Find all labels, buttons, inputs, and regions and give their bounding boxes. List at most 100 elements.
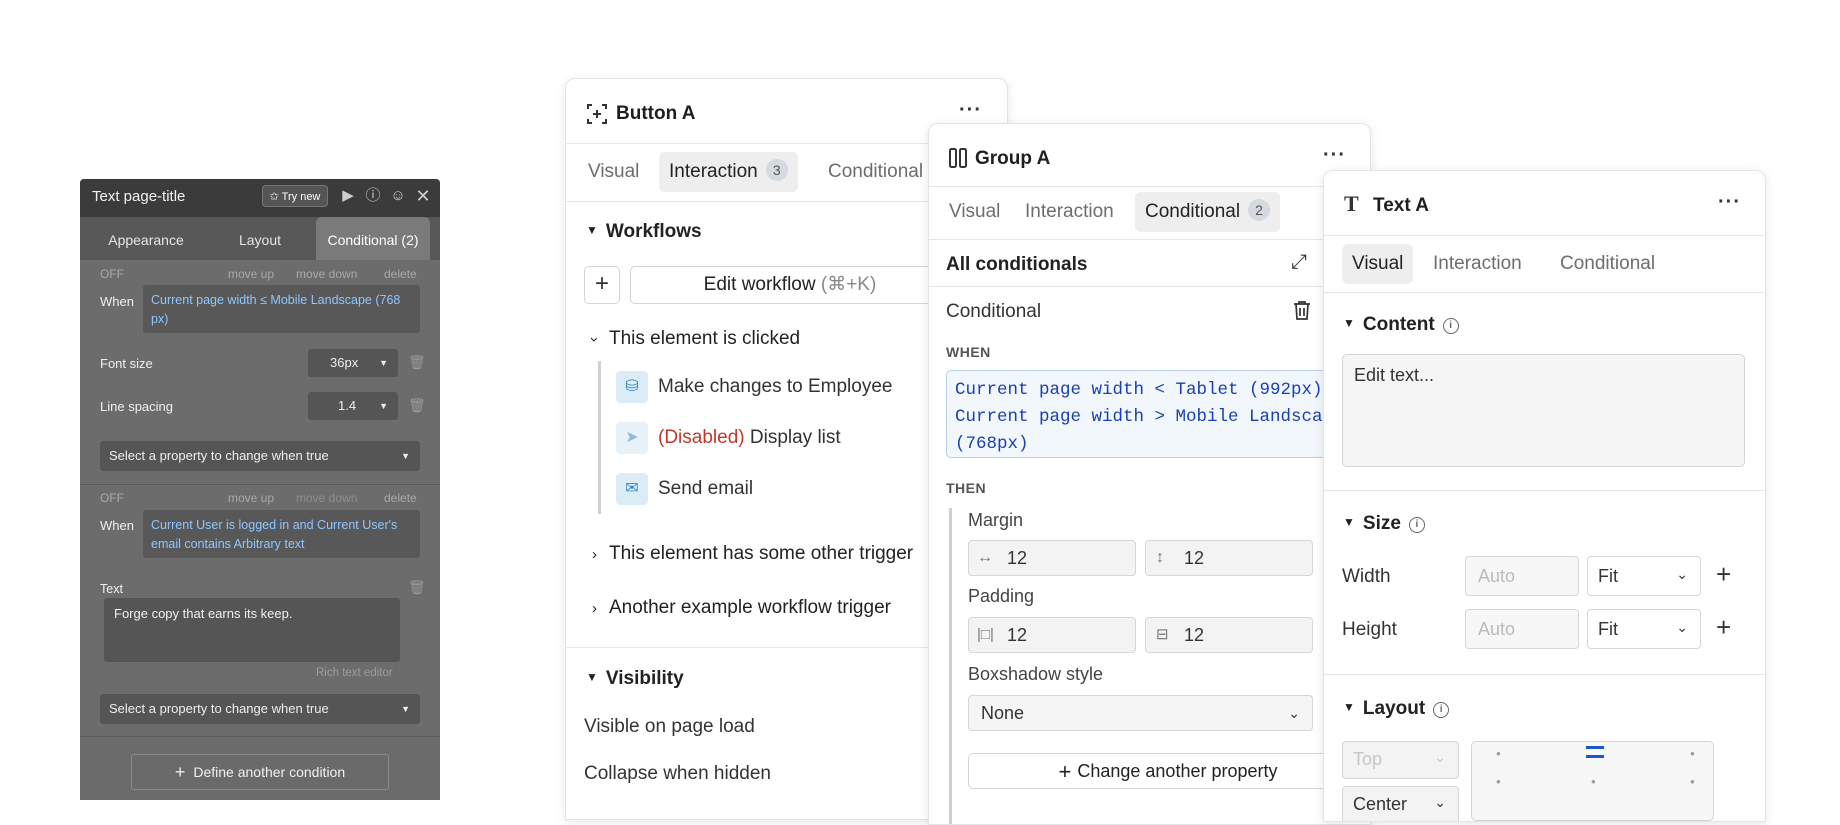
vertical-align-select[interactable]: Top ⌄ xyxy=(1342,741,1459,779)
trigger-example[interactable]: › Another example workflow trigger xyxy=(592,597,891,619)
tab-visual[interactable]: Visual xyxy=(1342,244,1414,284)
try-new-button[interactable]: ✩ Try new xyxy=(262,185,328,207)
condition-expression[interactable]: Current User is logged in and Current Us… xyxy=(143,510,420,558)
change-another-property-button[interactable]: + Change another property xyxy=(968,753,1368,789)
tab-appearance[interactable]: Appearance xyxy=(96,217,196,260)
property-select-placeholder: Select a property to change when true xyxy=(109,448,329,463)
width-input[interactable]: Auto xyxy=(1465,556,1579,596)
layout-section[interactable]: ▼ Layout i xyxy=(1343,698,1450,720)
trigger-element-clicked[interactable]: › This element is clicked xyxy=(586,328,800,350)
height-placeholder: Auto xyxy=(1478,619,1516,639)
tab-interaction[interactable]: Interaction 3 xyxy=(659,152,798,192)
when-label: When xyxy=(100,518,134,533)
align-dot[interactable]: ● xyxy=(1496,749,1501,758)
align-top-center-icon[interactable] xyxy=(1586,746,1604,758)
caret-down-icon: ▼ xyxy=(1343,316,1355,330)
add-workflow-button[interactable]: + xyxy=(584,266,620,304)
when-expression-editor[interactable]: Current page width < Tablet (992px) and … xyxy=(946,370,1370,458)
workflows-section[interactable]: ▼ Workflows xyxy=(586,221,702,243)
trash-icon[interactable]: 🗑 xyxy=(408,354,426,371)
define-button-label: Define another condition xyxy=(193,764,346,780)
property-select[interactable]: Select a property to change when true ▼ xyxy=(100,441,420,471)
play-icon[interactable]: ▶ xyxy=(339,187,357,205)
content-section[interactable]: ▼ Content i xyxy=(1343,314,1459,336)
condition-divider xyxy=(80,484,440,485)
define-another-condition-button[interactable]: + Define another condition xyxy=(131,754,389,790)
condition-divider xyxy=(80,736,440,737)
expand-icon[interactable]: ⤢ xyxy=(1291,251,1307,274)
alignment-grid[interactable]: ● ● ● ● ● xyxy=(1471,741,1714,821)
add-height-button[interactable]: + xyxy=(1716,612,1731,643)
margin-vertical-input[interactable]: ↕ 12 xyxy=(1145,540,1313,576)
chevron-right-icon: › xyxy=(592,546,597,563)
padding-label: Padding xyxy=(968,586,1035,606)
tab-visual[interactable]: Visual xyxy=(588,152,639,192)
horizontal-align-select[interactable]: Center ⌄ xyxy=(1342,786,1459,821)
padding-horizontal-input[interactable]: |□| 12 xyxy=(968,617,1136,653)
content-heading: Content xyxy=(1362,314,1435,335)
trash-icon[interactable]: 🗑 xyxy=(408,579,426,596)
tab-conditional[interactable]: Conditional 2 xyxy=(1135,192,1281,232)
database-icon: ⛁ xyxy=(616,371,648,403)
trash-icon[interactable] xyxy=(1293,300,1311,320)
chevron-down-icon: ⌄ xyxy=(1288,705,1300,721)
size-section[interactable]: ▼ Size i xyxy=(1343,513,1425,535)
move-down-link[interactable]: move down xyxy=(296,267,357,281)
tab-interaction[interactable]: Interaction xyxy=(1025,192,1114,232)
content-text-editor[interactable]: Edit text... xyxy=(1342,354,1745,467)
close-icon[interactable]: ✕ xyxy=(414,187,432,205)
add-width-button[interactable]: + xyxy=(1716,559,1731,590)
tab-interaction[interactable]: Interaction xyxy=(1433,244,1522,284)
divider xyxy=(1324,235,1765,236)
chevron-down-icon: ⌄ xyxy=(1434,794,1446,810)
edit-workflow-button[interactable]: Edit workflow (⌘+K) xyxy=(630,266,950,304)
more-options-icon[interactable]: ··· xyxy=(1323,144,1346,167)
height-input[interactable]: Auto xyxy=(1465,609,1579,649)
visibility-section[interactable]: ▼ Visibility xyxy=(586,668,684,690)
condition-status[interactable]: OFF xyxy=(100,267,124,281)
comment-icon[interactable]: ☺ xyxy=(389,187,407,205)
boxshadow-label: Boxshadow style xyxy=(968,664,1104,684)
delete-link[interactable]: delete xyxy=(384,267,417,281)
text-value-field[interactable]: Forge copy that earns its keep. xyxy=(104,598,400,662)
margin-horizontal-input[interactable]: ↔ 12 xyxy=(968,540,1136,576)
visible-on-load-label: Visible on page load xyxy=(584,716,755,737)
trash-icon[interactable]: 🗑 xyxy=(408,397,426,414)
padding-vertical-input[interactable]: ⊟ 12 xyxy=(1145,617,1313,653)
align-dot[interactable]: ● xyxy=(1690,749,1695,758)
rich-text-editor-link[interactable]: Rich text editor xyxy=(316,667,393,679)
boxshadow-select[interactable]: None ⌄ xyxy=(968,695,1313,731)
action-item[interactable]: (Disabled) Display list xyxy=(658,427,841,449)
change-property-label: Change another property xyxy=(1077,761,1278,781)
align-dot[interactable]: ● xyxy=(1591,777,1596,786)
info-icon: i xyxy=(1433,702,1450,718)
condition-status[interactable]: OFF xyxy=(100,491,124,505)
tab-conditional[interactable]: Conditional xyxy=(1560,244,1655,284)
all-conditionals-heading[interactable]: All conditionals xyxy=(946,254,1087,276)
more-options-icon[interactable]: ··· xyxy=(1718,191,1741,214)
height-mode-select[interactable]: Fit ⌄ xyxy=(1587,609,1701,649)
move-up-link[interactable]: move up xyxy=(228,267,274,281)
tab-conditional[interactable]: Conditional (2) xyxy=(316,217,430,260)
action-item[interactable]: Send email xyxy=(658,478,753,500)
tab-layout[interactable]: Layout xyxy=(210,217,310,260)
more-options-icon[interactable]: ··· xyxy=(959,99,982,122)
tab-visual[interactable]: Visual xyxy=(949,192,1000,232)
action-item[interactable]: Make changes to Employee xyxy=(658,376,892,398)
move-down-link[interactable]: move down xyxy=(296,491,357,505)
width-label: Width xyxy=(1342,566,1391,587)
width-mode-select[interactable]: Fit ⌄ xyxy=(1587,556,1701,596)
font-size-select[interactable]: 36px ▼ xyxy=(308,349,398,377)
align-dot[interactable]: ● xyxy=(1690,777,1695,786)
trigger-rail xyxy=(598,361,601,514)
legacy-header: Text page-title ✩ Try new ▶ ⓘ ☺ ✕ xyxy=(80,179,440,217)
trigger-other[interactable]: › This element has some other trigger xyxy=(592,543,913,565)
condition-expression[interactable]: Current page width ≤ Mobile Landscape (7… xyxy=(143,285,420,333)
move-up-link[interactable]: move up xyxy=(228,491,274,505)
delete-link[interactable]: delete xyxy=(384,491,417,505)
info-icon[interactable]: ⓘ xyxy=(364,187,382,205)
property-select[interactable]: Select a property to change when true ▼ xyxy=(100,694,420,724)
line-spacing-select[interactable]: 1.4 ▼ xyxy=(308,392,398,420)
align-dot[interactable]: ● xyxy=(1496,777,1501,786)
tab-conditional[interactable]: Conditional xyxy=(828,152,923,192)
